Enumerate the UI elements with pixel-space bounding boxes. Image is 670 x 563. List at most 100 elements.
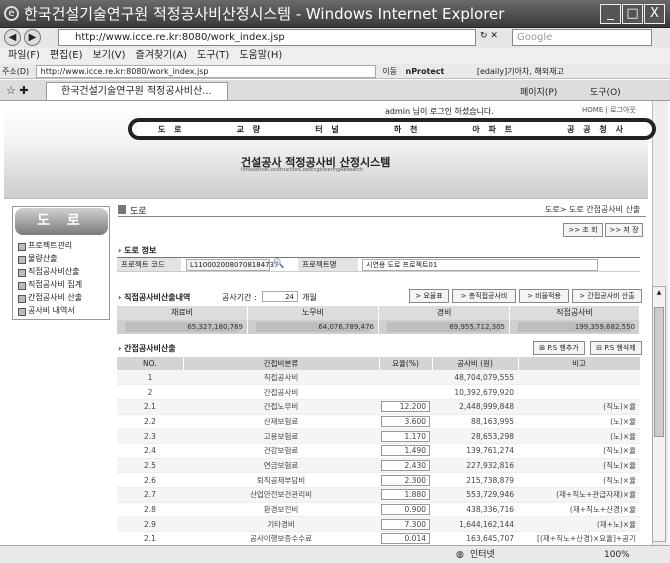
nav-bridge[interactable]: 교 량 xyxy=(237,124,264,135)
row-amount: 438,336,716 xyxy=(432,502,518,518)
rate-input[interactable]: 0.900 xyxy=(381,504,430,516)
address-label: 주소(D) xyxy=(2,67,30,76)
back-arrow-icon[interactable]: ◀ xyxy=(4,29,21,46)
rate-input[interactable]: 12.200 xyxy=(381,401,430,413)
row-category: 간접노무비 xyxy=(183,399,379,415)
rate-input[interactable]: 3.600 xyxy=(381,415,430,427)
nav-public-building[interactable]: 공 공 청 사 xyxy=(567,124,626,135)
browser-tab[interactable]: 한국건설기술연구원 적정공사비산... xyxy=(46,82,228,100)
left-item-direct-cost[interactable]: 직접공사비산출 xyxy=(18,266,80,278)
forward-arrow-icon[interactable]: ▶ xyxy=(24,29,41,46)
logout-link[interactable]: 로그아웃 xyxy=(610,106,636,114)
left-item-indirect-cost[interactable]: 간접공사비 산출 xyxy=(18,292,82,304)
go-button[interactable]: 이동 xyxy=(382,67,397,76)
left-item-project[interactable]: 프로젝트관리 xyxy=(18,240,72,252)
scroll-thumb[interactable] xyxy=(654,307,664,437)
row-category: 기타경비 xyxy=(183,516,379,533)
left-item-direct-summary[interactable]: 직접공사비 집계 xyxy=(18,279,82,291)
row-rate[interactable]: 7.300 xyxy=(379,516,432,533)
left-item-quantity[interactable]: 물량산출 xyxy=(18,253,57,265)
nprotect-toolbar[interactable]: nProtect xyxy=(406,67,445,76)
summary-value-labor: 64,076,789,476 xyxy=(248,320,379,334)
home-link[interactable]: HOME xyxy=(582,106,603,114)
summary-value-text: 69,955,712,305 xyxy=(449,323,505,331)
project-code-field: L1100020080708184737 xyxy=(186,259,279,271)
maximize-button[interactable]: □ xyxy=(622,4,643,24)
add-row-label: P.S 행추가 xyxy=(547,344,579,352)
rate-input[interactable]: 2.430 xyxy=(381,459,430,471)
row-note xyxy=(518,384,640,400)
search-icon[interactable]: 🔍 xyxy=(273,259,284,269)
indirect-cost-button[interactable]: > 간접공사비 산출 xyxy=(572,289,642,303)
row-rate[interactable]: 1.170 xyxy=(379,428,432,444)
row-rate[interactable]: 1.490 xyxy=(379,443,432,459)
search-input[interactable]: Google xyxy=(512,29,652,46)
row-no: 2 xyxy=(117,384,183,400)
save-button[interactable]: >> 저 장 xyxy=(605,223,643,237)
rate-input[interactable]: 1.880 xyxy=(381,489,430,501)
project-name-field[interactable]: 시연용 도로 프로젝트01 xyxy=(362,259,598,271)
row-note: (노)×율 xyxy=(518,428,640,444)
row-rate[interactable]: 0.900 xyxy=(379,502,432,518)
tools-menu[interactable]: 도구(O) xyxy=(590,85,621,98)
row-rate[interactable]: 2.300 xyxy=(379,472,432,488)
row-note: (재+직노+관급자재)×율 xyxy=(518,487,640,503)
left-item-statement[interactable]: 공사비 내역서 xyxy=(18,305,75,317)
row-amount: 48,704,079,555 xyxy=(432,370,518,386)
menu-help[interactable]: 도움말(H) xyxy=(239,50,282,61)
row-amount: 215,738,879 xyxy=(432,472,518,488)
summary-value-text: 64,076,789,476 xyxy=(318,323,374,331)
zone-label: 인터넷 xyxy=(470,550,495,560)
rate-input[interactable]: 2.300 xyxy=(381,474,430,486)
menu-file[interactable]: 파일(F) xyxy=(8,50,40,61)
page-menu[interactable]: 페이지(P) xyxy=(520,85,557,98)
total-direct-cost-button[interactable]: > 총직접공사비 xyxy=(452,289,516,303)
internet-zone-icon: ◍ xyxy=(456,550,464,560)
favorites-star-icon[interactable]: ☆ ✚ xyxy=(6,84,29,97)
news-ticker[interactable]: [edaily]기아차, 해외재고 xyxy=(477,67,564,76)
system-subtitle: InnovativeConstructionCostEngineeringRes… xyxy=(241,167,364,173)
summary-header-expense: 경비 xyxy=(379,306,510,320)
zoom-level[interactable]: 100% xyxy=(604,546,630,563)
url-input[interactable]: http://www.icce.re.kr:8080/work_index.js… xyxy=(58,29,476,46)
row-no: 1 xyxy=(117,370,183,386)
row-rate[interactable]: 12.200 xyxy=(379,399,432,415)
nav-river[interactable]: 하 천 xyxy=(394,124,421,135)
menu-edit[interactable]: 편집(E) xyxy=(50,50,83,61)
row-no: 2.1 xyxy=(117,399,183,415)
rate-input[interactable]: 1.490 xyxy=(381,445,430,457)
minimize-button[interactable]: _ xyxy=(600,4,621,24)
delete-row-button[interactable]: ⊟ P.S 행삭제 xyxy=(590,341,642,355)
menu-view[interactable]: 보기(V) xyxy=(93,50,126,61)
row-category: 연금보험료 xyxy=(183,458,379,474)
scroll-up-icon[interactable]: ▲ xyxy=(654,289,664,297)
nav-tunnel[interactable]: 터 널 xyxy=(315,124,342,135)
close-button[interactable]: X xyxy=(644,4,665,24)
table-scrollbar[interactable]: ▲ xyxy=(652,286,666,542)
nav-apartment[interactable]: 아 파 트 xyxy=(472,124,515,135)
address-input[interactable]: http://www.icce.re.kr:8080/work_index.js… xyxy=(35,65,376,78)
rate-input[interactable]: 7.300 xyxy=(381,518,430,530)
refresh-icon[interactable]: ↻ ✕ xyxy=(480,31,498,41)
add-row-button[interactable]: ⊞ P.S 행추가 xyxy=(533,341,585,355)
rate-input[interactable]: 0.014 xyxy=(381,533,430,545)
rate-input[interactable]: 1.170 xyxy=(381,430,430,442)
period-label: 공사기간 : xyxy=(222,293,257,302)
period-input[interactable]: 24 xyxy=(262,291,298,302)
window-title: 한국건설기술연구원 적정공사비산정시스템 - Windows Internet … xyxy=(24,5,505,23)
row-category: 건강보험료 xyxy=(183,443,379,459)
row-note: (직노)×율 xyxy=(518,399,640,415)
row-amount: 10,392,679,920 xyxy=(432,384,518,400)
row-rate[interactable]: 3.600 xyxy=(379,414,432,430)
query-button[interactable]: >> 조 회 xyxy=(563,223,603,237)
row-rate[interactable]: 1.880 xyxy=(379,487,432,503)
row-no: 2.7 xyxy=(117,487,183,503)
summary-value-text: 65,327,180,769 xyxy=(187,323,243,331)
menu-favorites[interactable]: 즐겨찾기(A) xyxy=(136,50,187,61)
row-no: 2.8 xyxy=(117,502,183,518)
apply-ratio-button[interactable]: > 비율적용 xyxy=(519,289,569,303)
row-rate[interactable]: 2.430 xyxy=(379,458,432,474)
rate-table-button[interactable]: > 요율표 xyxy=(409,289,449,303)
nav-road[interactable]: 도 로 xyxy=(158,124,185,135)
menu-tools[interactable]: 도구(T) xyxy=(197,50,229,61)
